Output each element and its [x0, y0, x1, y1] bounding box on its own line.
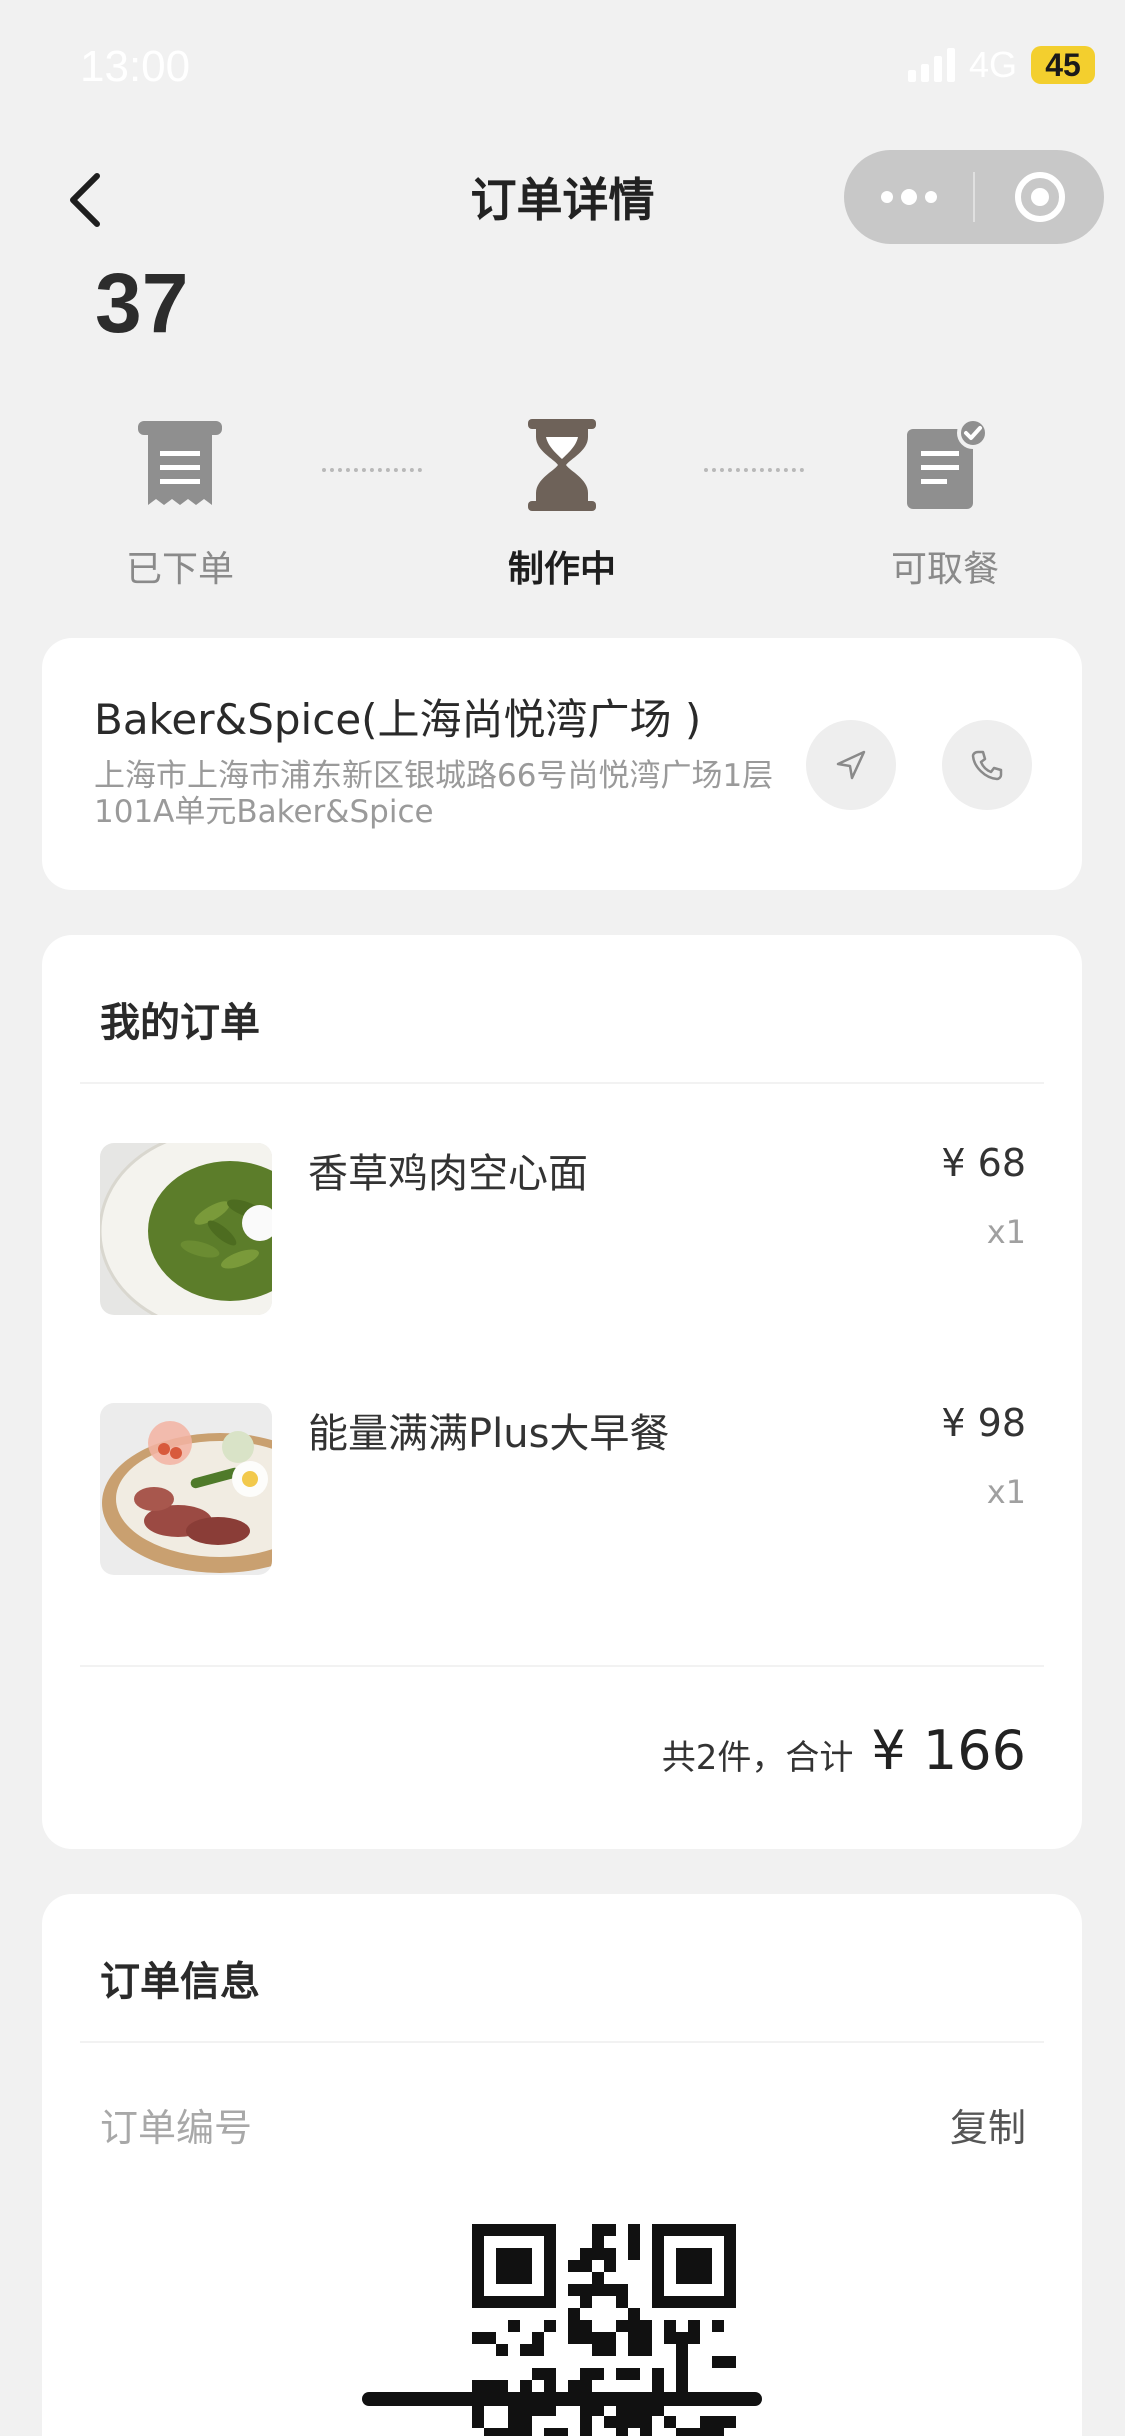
store-address: 上海市上海市浦东新区银城路66号尚悦湾广场1层101A单元Baker&Spice [94, 758, 774, 830]
more-dots-icon [880, 189, 937, 205]
item-price: ¥ 98 [941, 1401, 1026, 1445]
item-quantity: x1 [986, 1213, 1026, 1251]
pickup-number: 37 [95, 256, 189, 350]
navigation-arrow-icon [836, 750, 866, 780]
item-image-breakfast [100, 1403, 272, 1575]
miniprogram-capsule [844, 150, 1104, 244]
step-label: 制作中 [507, 549, 616, 590]
item-image-pasta [100, 1143, 272, 1315]
phone-icon [971, 750, 1003, 781]
item-price: ¥ 68 [941, 1141, 1026, 1185]
home-indicator [362, 2392, 762, 2406]
section-title: 订单信息 [100, 1959, 260, 2005]
status-indicators: 4G 45 [907, 44, 1095, 86]
navigate-button[interactable] [806, 720, 896, 810]
back-button[interactable] [55, 160, 115, 240]
total-label: 共2件，合计 [661, 1738, 854, 1778]
more-button[interactable] [844, 150, 973, 244]
divider [80, 2041, 1044, 2043]
document-check-icon [907, 417, 989, 509]
divider [80, 1082, 1044, 1084]
battery-level: 45 [1031, 46, 1095, 84]
store-name: Baker&Spice(上海尚悦湾广场 ) [94, 695, 702, 744]
step-label: 已下单 [125, 549, 234, 590]
status-time: 13:00 [80, 42, 191, 91]
copy-button[interactable]: 复制 [950, 2097, 1026, 2152]
progress-connector [322, 468, 422, 472]
hourglass-icon [528, 419, 596, 511]
item-name: 香草鸡肉空心面 [308, 1151, 588, 1197]
step-ordered: 已下单 [80, 410, 280, 592]
order-number-label: 订单编号 [100, 2106, 253, 2150]
item-quantity: x1 [986, 1473, 1026, 1511]
call-button[interactable] [942, 720, 1032, 810]
total-amount: ¥ 166 [871, 1719, 1026, 1782]
store-card: Baker&Spice(上海尚悦湾广场 ) 上海市上海市浦东新区银城路66号尚悦… [42, 638, 1082, 890]
divider [80, 1665, 1044, 1667]
signal-icon [907, 48, 955, 82]
order-total: 共2件，合计 ¥ 166 [662, 1719, 1026, 1782]
target-circle-icon [1014, 172, 1065, 222]
chevron-left-icon [70, 173, 100, 227]
progress-connector [704, 468, 804, 472]
close-miniprogram-button[interactable] [975, 150, 1104, 244]
receipt-icon [138, 421, 222, 505]
item-name: 能量满满Plus大早餐 [308, 1411, 670, 1457]
network-type: 4G [968, 44, 1017, 85]
order-info-card: 订单信息 订单编号 复制 [42, 1894, 1082, 2436]
step-label: 可取餐 [890, 549, 999, 590]
my-order-card: 我的订单 香草鸡肉空心面 ¥ 68 x1 能量满满Plus大早餐 ¥ 98 x1… [42, 935, 1082, 1849]
step-ready: 可取餐 [845, 410, 1045, 592]
section-title: 我的订单 [100, 1000, 260, 1046]
step-preparing: 制作中 [462, 410, 662, 592]
